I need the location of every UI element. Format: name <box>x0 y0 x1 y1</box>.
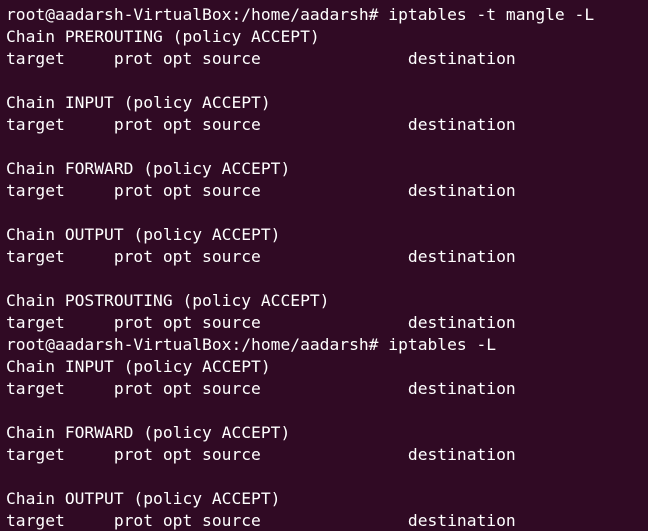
chain-header: Chain OUTPUT (policy ACCEPT) <box>6 489 281 508</box>
column-header: target prot opt source destination <box>6 379 516 398</box>
chain-header: Chain FORWARD (policy ACCEPT) <box>6 423 291 442</box>
chain-header: Chain INPUT (policy ACCEPT) <box>6 93 271 112</box>
chain-header: Chain PREROUTING (policy ACCEPT) <box>6 27 320 46</box>
chain-header: Chain OUTPUT (policy ACCEPT) <box>6 225 281 244</box>
column-header: target prot opt source destination <box>6 115 516 134</box>
column-header: target prot opt source destination <box>6 181 516 200</box>
prompt-line: root@aadarsh-VirtualBox:/home/aadarsh# i… <box>6 335 497 354</box>
column-header: target prot opt source destination <box>6 445 516 464</box>
chain-header: Chain FORWARD (policy ACCEPT) <box>6 159 291 178</box>
column-header: target prot opt source destination <box>6 49 516 68</box>
prompt-line: root@aadarsh-VirtualBox:/home/aadarsh# i… <box>6 5 595 24</box>
column-header: target prot opt source destination <box>6 511 516 530</box>
chain-header: Chain POSTROUTING (policy ACCEPT) <box>6 291 330 310</box>
column-header: target prot opt source destination <box>6 313 516 332</box>
terminal-window[interactable]: root@aadarsh-VirtualBox:/home/aadarsh# i… <box>0 0 648 531</box>
chain-header: Chain INPUT (policy ACCEPT) <box>6 357 271 376</box>
column-header: target prot opt source destination <box>6 247 516 266</box>
